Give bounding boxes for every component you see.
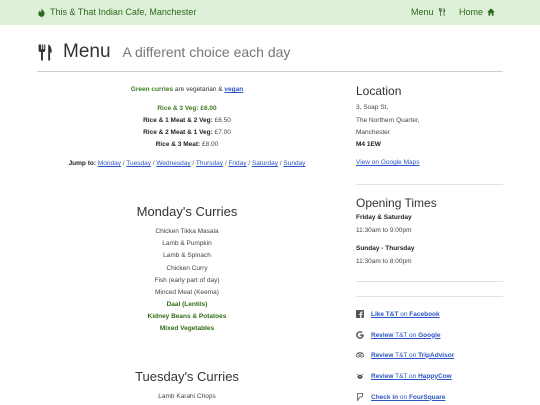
postcode: M4 1EW <box>356 141 381 148</box>
price-amount: £6.50 <box>214 117 231 124</box>
jump-link-monday[interactable]: Monday <box>98 160 121 167</box>
price-label: Rice & 3 Meat: <box>155 141 201 148</box>
sidebar-divider <box>356 281 503 282</box>
social-action: Review <box>371 351 394 359</box>
tripadvisor-review-link[interactable]: Review T&T on TripAdvisor <box>371 352 454 359</box>
sidebar-divider <box>356 184 503 185</box>
curry-item: Lamb Karahi Chops <box>158 393 216 400</box>
social-link-facebook: Like T&T on Facebook <box>356 309 440 319</box>
facebook-icon <box>356 310 364 318</box>
nav-home-label: Home <box>459 7 484 17</box>
social-link-tripadvisor: Review T&T on TripAdvisor <box>356 350 454 360</box>
social-action: Review <box>371 372 394 380</box>
navbar: This & That Indian Cafe, Manchester Menu… <box>0 0 540 25</box>
price-row: Rice & 3 Veg: £6.00 <box>37 105 337 112</box>
price-label: Rice & 1 Meat & 2 Veg: <box>143 117 213 124</box>
curry-item: Fish (early part of day) <box>154 277 220 284</box>
social-action: Like T&T <box>371 310 399 318</box>
curry-item: Lamb & Pumpkin <box>162 240 212 247</box>
foursquare-checkin-link[interactable]: Check in on FourSquare <box>371 394 445 401</box>
curry-item: Lamb & Spinach <box>163 252 211 259</box>
opening-hours: 11:30am to 9:00pm <box>356 227 412 234</box>
social-service: Google <box>418 331 441 339</box>
curry-item-veg: Daal (Lentils) <box>166 301 208 308</box>
nav-menu-link[interactable]: Menu <box>411 7 446 17</box>
jump-link-tuesday[interactable]: Tuesday <box>126 160 151 167</box>
social-mid: on <box>398 310 410 318</box>
curry-item-veg: Mixed Vegetables <box>159 325 215 332</box>
page-subtitle: A different choice each day <box>122 44 291 60</box>
price-label: Rice & 2 Meat & 1 Veg: <box>143 129 213 136</box>
flame-icon <box>38 7 45 17</box>
price-label: Rice & 3 Veg: <box>157 105 199 112</box>
jump-link-thursday[interactable]: Thursday <box>196 160 223 167</box>
social-mid: T&T on <box>393 331 419 339</box>
tripadvisor-icon <box>356 352 364 358</box>
happycow-icon <box>356 374 364 379</box>
header-divider <box>37 71 503 72</box>
page-title: Menu <box>63 41 111 62</box>
address-line: Manchester <box>356 129 390 136</box>
opening-times-heading: Opening Times <box>356 196 437 210</box>
social-service: HappyCow <box>418 372 452 380</box>
cutlery-icon <box>438 8 445 16</box>
social-service: Facebook <box>409 310 440 318</box>
jump-label: Jump to: <box>68 160 97 167</box>
social-action: Review <box>371 331 394 339</box>
jump-link-wednesday[interactable]: Wednesday <box>156 160 190 167</box>
nav-menu-label: Menu <box>411 7 434 17</box>
curry-item: Minced Meat (Keema) <box>155 289 219 296</box>
home-icon <box>487 8 495 16</box>
veg-note-text: are vegetarian & <box>173 86 225 93</box>
curry-item: Chicken Curry <box>166 265 208 272</box>
social-link-foursquare: Check in on FourSquare <box>356 392 445 402</box>
monday-heading: Monday's Curries <box>136 204 238 219</box>
jump-link-saturday[interactable]: Saturday <box>252 160 278 167</box>
price-row: Rice & 1 Meat & 2 Veg: £6.50 <box>37 117 337 124</box>
google-maps-link[interactable]: View on Google Maps <box>356 159 419 166</box>
jump-link-sunday[interactable]: Sunday <box>283 160 305 167</box>
sidebar-divider <box>356 296 503 297</box>
jump-link-friday[interactable]: Friday <box>228 160 246 167</box>
opening-days: Friday & Saturday <box>356 214 412 221</box>
google-review-link[interactable]: Review T&T on Google <box>371 332 441 339</box>
social-service: TripAdvisor <box>418 351 455 359</box>
curry-item-veg: Kidney Beans & Potatoes <box>147 313 227 320</box>
price-amount: £6.00 <box>200 105 217 112</box>
social-service: FourSquare <box>408 393 446 401</box>
cutlery-icon <box>38 44 52 60</box>
social-action: Check in <box>371 393 399 401</box>
address-line: 3, Soap St, <box>356 104 389 111</box>
foursquare-icon <box>357 393 364 401</box>
brand-name: This & That Indian Cafe, Manchester <box>50 7 197 17</box>
social-mid: T&T on <box>393 351 419 359</box>
opening-days: Sunday - Thursday <box>356 245 415 252</box>
page-header: Menu A different choice each day <box>37 40 290 64</box>
social-mid: on <box>398 393 409 401</box>
price-row: Rice & 3 Meat: £8.00 <box>37 141 337 148</box>
brand-link[interactable]: This & That Indian Cafe, Manchester <box>37 7 196 17</box>
curry-item: Chicken Tikka Masala <box>155 228 219 235</box>
social-link-happycow: Review T&T on HappyCow <box>356 371 452 381</box>
jump-to-nav: Jump to: Monday / Tuesday / Wednesday / … <box>68 160 306 167</box>
tuesday-heading: Tuesday's Curries <box>135 369 239 384</box>
happycow-review-link[interactable]: Review T&T on HappyCow <box>371 373 452 380</box>
social-link-google: Review T&T on Google <box>356 330 441 340</box>
price-row: Rice & 2 Meat & 1 Veg: £7.00 <box>37 129 337 136</box>
opening-hours: 11:30am to 8:00pm <box>356 258 412 265</box>
location-heading: Location <box>356 84 402 98</box>
veg-note-green: Green curries <box>130 86 174 93</box>
veg-note: Green curries are vegetarian & vegan <box>37 86 337 93</box>
price-amount: £7.00 <box>214 129 231 136</box>
social-mid: T&T on <box>393 372 419 380</box>
price-amount: £8.00 <box>201 141 219 148</box>
address-line: The Northern Quarter, <box>356 117 420 124</box>
facebook-link[interactable]: Like T&T on Facebook <box>371 311 440 318</box>
nav-home-link[interactable]: Home <box>459 7 495 17</box>
vegan-link[interactable]: vegan <box>224 86 243 93</box>
google-icon <box>356 331 364 339</box>
